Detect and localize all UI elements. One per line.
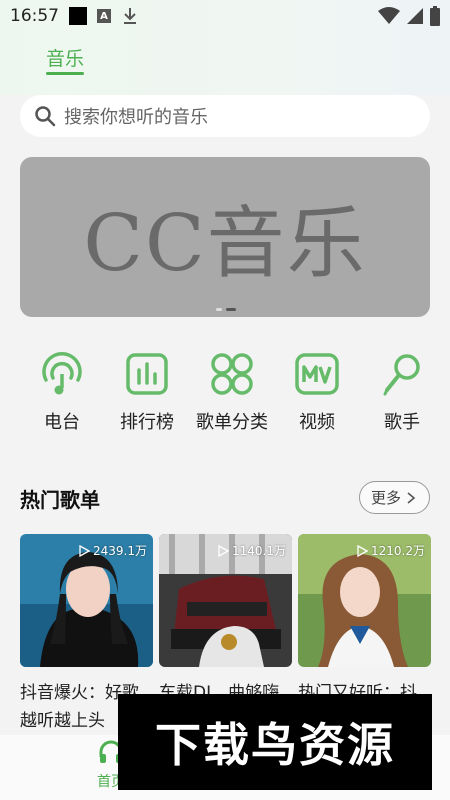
play-icon [79, 544, 90, 557]
playlist-card[interactable]: 1140.1万 车载DJ，曲够嗨 [159, 534, 292, 707]
watermark: 下载鸟资源 [118, 694, 432, 790]
search-icon [35, 106, 56, 127]
more-button[interactable]: 更多 [359, 481, 430, 514]
category-radio[interactable]: 电台 [17, 350, 107, 434]
category-label: 视频 [299, 412, 335, 433]
notification-icon [69, 7, 87, 25]
category-video[interactable]: 视频 [272, 350, 362, 434]
search-placeholder: 搜索你想听的音乐 [64, 107, 208, 128]
more-label: 更多 [370, 489, 401, 507]
tab-music[interactable]: 音乐 [46, 44, 84, 71]
tab-indicator [46, 72, 84, 75]
play-icon [218, 544, 229, 557]
grid-icon [211, 353, 253, 395]
category-playlist-types[interactable]: 歌单分类 [187, 350, 277, 434]
battery-icon [430, 6, 440, 26]
status-bar: 16:57 A [0, 0, 450, 32]
microphone-icon [383, 354, 420, 396]
play-icon [357, 544, 368, 557]
signal-icon [407, 8, 423, 24]
play-count: 2439.1万 [78, 542, 147, 559]
carousel-dot [216, 308, 222, 311]
play-count-value: 2439.1万 [93, 544, 147, 558]
playlist-card[interactable]: 1210.2万 热门又好听：抖 [298, 534, 431, 707]
playlist-cover: 1140.1万 [159, 534, 292, 667]
category-label: 歌手 [384, 412, 420, 433]
play-count-value: 1140.1万 [232, 544, 286, 558]
category-label: 歌单分类 [196, 412, 268, 433]
play-count-value: 1210.2万 [371, 544, 425, 558]
play-count: 1210.2万 [356, 542, 425, 559]
search-input[interactable]: 搜索你想听的音乐 [20, 95, 430, 137]
category-row: 电台 排行榜 歌单分类 视频 歌手 [0, 350, 450, 450]
banner-title: CC音乐 [83, 199, 367, 289]
carousel-dot-active [226, 308, 236, 311]
play-count: 1140.1万 [217, 542, 286, 559]
watermark-text: 下载鸟资源 [155, 718, 395, 772]
status-time: 16:57 [10, 6, 59, 26]
category-label: 电台 [44, 412, 80, 433]
category-label: 排行榜 [120, 412, 174, 433]
category-chart[interactable]: 排行榜 [102, 350, 192, 434]
app-badge-icon: A [97, 9, 111, 23]
carousel-indicator [216, 308, 236, 311]
chart-icon [126, 353, 168, 395]
wifi-icon [378, 7, 400, 24]
mv-icon [295, 353, 339, 395]
banner-carousel[interactable]: CC音乐 [20, 157, 430, 317]
download-icon [124, 8, 136, 24]
playlist-cover: 1210.2万 [298, 534, 431, 667]
hot-playlists-title: 热门歌单 [20, 488, 100, 512]
playlist-cover: 2439.1万 [20, 534, 153, 667]
radio-icon [42, 352, 82, 395]
chevron-right-icon [407, 491, 416, 504]
category-singer[interactable]: 歌手 [357, 350, 447, 434]
